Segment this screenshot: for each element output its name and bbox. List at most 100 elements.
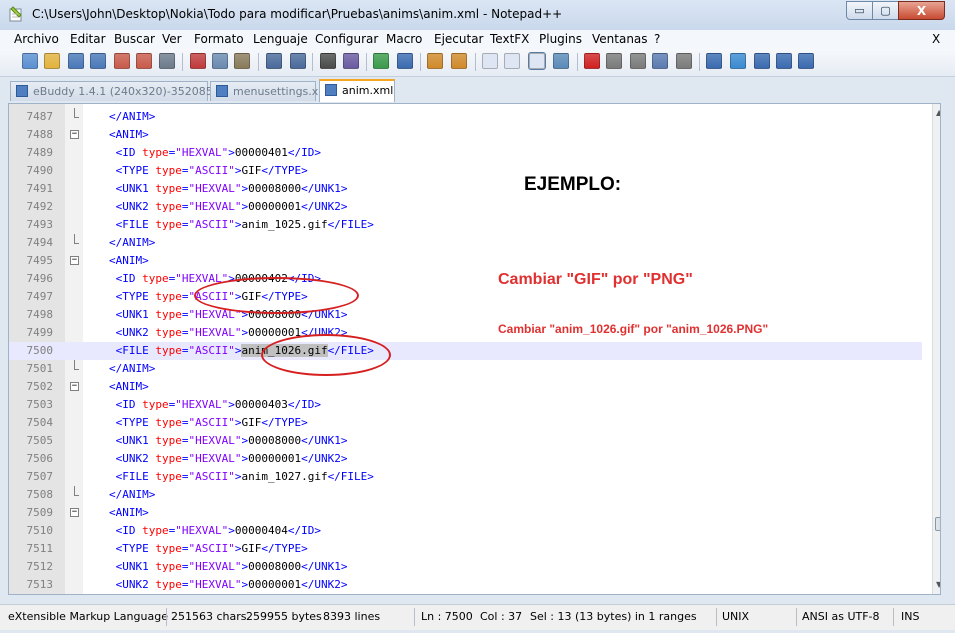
- maximize-button[interactable]: ▢: [872, 1, 899, 20]
- code-line[interactable]: 7496 <ID type="HEXVAL">00000402</ID>: [9, 270, 922, 288]
- code-line[interactable]: 7498 <UNK1 type="HEXVAL">00008000</UNK1>: [9, 306, 922, 324]
- token-val: "HEXVAL": [188, 182, 242, 195]
- new-file-icon[interactable]: [22, 53, 38, 69]
- menu-bar: Archivo Editar Buscar Ver Formato Lenguaje Con…: [0, 30, 955, 49]
- code-line[interactable]: 7499 <UNK2 type="HEXVAL">00000001</UNK2>: [9, 324, 922, 342]
- run-macro-multiple-icon[interactable]: [652, 53, 668, 69]
- code-line[interactable]: 7488 − <ANIM>: [9, 126, 922, 144]
- menu-configurar[interactable]: Configurar: [315, 32, 378, 46]
- menu-macro[interactable]: Macro: [386, 32, 422, 46]
- record-macro-icon[interactable]: [584, 53, 600, 69]
- code-line[interactable]: 7509 − <ANIM>: [9, 504, 922, 522]
- editor-area[interactable]: 7487 </ANIM> 7488 − <ANIM> 7489 <ID type="HEXV…: [8, 103, 941, 595]
- save-icon[interactable]: [68, 53, 84, 69]
- undo-icon[interactable]: [266, 53, 282, 69]
- fold-toggle-icon[interactable]: −: [70, 382, 79, 391]
- menu-ejecutar[interactable]: Ejecutar: [434, 32, 484, 46]
- code-line[interactable]: 7512 <UNK1 type="HEXVAL">00008000</UNK1>: [9, 558, 922, 576]
- close-window-button[interactable]: X: [898, 1, 945, 20]
- menu-formato[interactable]: Formato: [194, 32, 244, 46]
- code-line[interactable]: 7500 <FILE type="ASCII">anim_1026.gif</FI…: [9, 342, 922, 360]
- code-line[interactable]: 7487 </ANIM>: [9, 108, 922, 126]
- tab-menusettings-xml[interactable]: menusettings.xml: [210, 81, 332, 101]
- textfx-3-icon[interactable]: [754, 53, 770, 69]
- textfx-4-icon[interactable]: [776, 53, 792, 69]
- sync-vertical-icon[interactable]: [427, 53, 443, 69]
- token-tag: </UNK1>: [301, 182, 348, 195]
- copy-icon[interactable]: [212, 53, 228, 69]
- code-line[interactable]: 7495 − <ANIM>: [9, 252, 922, 270]
- scroll-down-arrow-icon[interactable]: ▼: [936, 580, 940, 589]
- cut-icon[interactable]: [190, 53, 206, 69]
- scroll-up-arrow-icon[interactable]: ▲: [936, 108, 940, 117]
- code-line[interactable]: 7506 <UNK2 type="HEXVAL">00000001</UNK2>: [9, 450, 922, 468]
- notepadpp-app-icon[interactable]: [8, 6, 24, 22]
- menu-archivo[interactable]: Archivo: [14, 32, 59, 46]
- paste-icon[interactable]: [234, 53, 250, 69]
- code-line[interactable]: 7508 </ANIM>: [9, 486, 922, 504]
- word-wrap-icon[interactable]: [482, 53, 498, 69]
- code-line[interactable]: 7501 </ANIM>: [9, 360, 922, 378]
- close-all-icon[interactable]: [136, 53, 152, 69]
- code-line[interactable]: 7492 <UNK2 type="HEXVAL">00000001</UNK2>: [9, 198, 922, 216]
- token-txt: 00000404: [234, 524, 288, 537]
- redo-icon[interactable]: [290, 53, 306, 69]
- tab-ebuddy-1-4-1-240x320-352085-jad[interactable]: eBuddy 1.4.1 (240x320)-352085.jad: [10, 81, 233, 101]
- scroll-thumb[interactable]: [935, 517, 940, 531]
- stop-macro-icon[interactable]: [606, 53, 622, 69]
- code-line[interactable]: 7491 <UNK1 type="HEXVAL">00008000</UNK1>: [9, 180, 922, 198]
- code-line[interactable]: 7503 <ID type="HEXVAL">00000403</ID>: [9, 396, 922, 414]
- play-macro-icon[interactable]: [630, 53, 646, 69]
- annotation-change-type: Cambiar "GIF" por "PNG": [498, 271, 693, 288]
- menu-editar[interactable]: Editar: [70, 32, 106, 46]
- code-line[interactable]: 7511 <TYPE type="ASCII">GIF</TYPE>: [9, 540, 922, 558]
- code-line[interactable]: 7489 <ID type="HEXVAL">00000401</ID>: [9, 144, 922, 162]
- menu-help[interactable]: ?: [654, 32, 660, 46]
- menu-lenguaje[interactable]: Lenguaje: [253, 32, 308, 46]
- code-line[interactable]: 7497 <TYPE type="ASCII">GIF</TYPE>: [9, 288, 922, 306]
- token-attr: type: [155, 452, 182, 465]
- code-line[interactable]: 7502 − <ANIM>: [9, 378, 922, 396]
- textfx-1-icon[interactable]: [706, 53, 722, 69]
- fold-toggle-icon[interactable]: −: [70, 256, 79, 265]
- sync-horizontal-icon[interactable]: [451, 53, 467, 69]
- print-icon[interactable]: [159, 53, 175, 69]
- code-text: <UNK2 type="HEXVAL">00000001</UNK2>: [116, 198, 348, 216]
- show-all-chars-icon[interactable]: [504, 53, 520, 69]
- minimize-button[interactable]: ▭: [846, 1, 873, 20]
- textfx-2-icon[interactable]: [730, 53, 746, 69]
- user-lang-icon[interactable]: [553, 53, 569, 69]
- fold-toggle-icon[interactable]: −: [70, 508, 79, 517]
- menu-buscar[interactable]: Buscar: [114, 32, 155, 46]
- save-all-icon[interactable]: [90, 53, 106, 69]
- zoom-out-icon[interactable]: [397, 53, 413, 69]
- fold-toggle-icon[interactable]: −: [70, 130, 79, 139]
- code-line[interactable]: 7505 <UNK1 type="HEXVAL">00008000</UNK1>: [9, 432, 922, 450]
- close-document-button[interactable]: X: [932, 32, 940, 46]
- menu-plugins[interactable]: Plugins: [539, 32, 582, 46]
- code-line[interactable]: 7504 <TYPE type="ASCII">GIF</TYPE>: [9, 414, 922, 432]
- code-line[interactable]: 7507 <FILE type="ASCII">anim_1027.gif</FI…: [9, 468, 922, 486]
- open-file-icon[interactable]: [44, 53, 60, 69]
- token-tag: <ID: [115, 398, 143, 411]
- menu-ventanas[interactable]: Ventanas: [592, 32, 648, 46]
- save-macro-icon[interactable]: [676, 53, 692, 69]
- find-icon[interactable]: [320, 53, 336, 69]
- spellcheck-icon[interactable]: [798, 53, 814, 69]
- indent-guide-icon[interactable]: [528, 52, 546, 70]
- line-number: 7490: [26, 164, 54, 177]
- code-line[interactable]: 7510 <ID type="HEXVAL">00000404</ID>: [9, 522, 922, 540]
- zoom-in-icon[interactable]: [373, 53, 389, 69]
- code-text: <ANIM>: [109, 252, 149, 270]
- menu-ver[interactable]: Ver: [162, 32, 182, 46]
- menu-textfx[interactable]: TextFX: [490, 32, 529, 46]
- token-tag: <UNK1: [115, 308, 156, 321]
- vertical-scrollbar[interactable]: ▲ ▼: [932, 104, 940, 594]
- code-line[interactable]: 7494 </ANIM>: [9, 234, 922, 252]
- code-line[interactable]: 7493 <FILE type="ASCII">anim_1025.gif</FI…: [9, 216, 922, 234]
- close-icon[interactable]: [114, 53, 130, 69]
- replace-icon[interactable]: [343, 53, 359, 69]
- tab-anim-xml[interactable]: anim.xml: [319, 79, 395, 102]
- code-line[interactable]: 7513 <UNK2 type="HEXVAL">00000001</UNK2>: [9, 576, 922, 594]
- code-line[interactable]: 7490 <TYPE type="ASCII">GIF</TYPE>: [9, 162, 922, 180]
